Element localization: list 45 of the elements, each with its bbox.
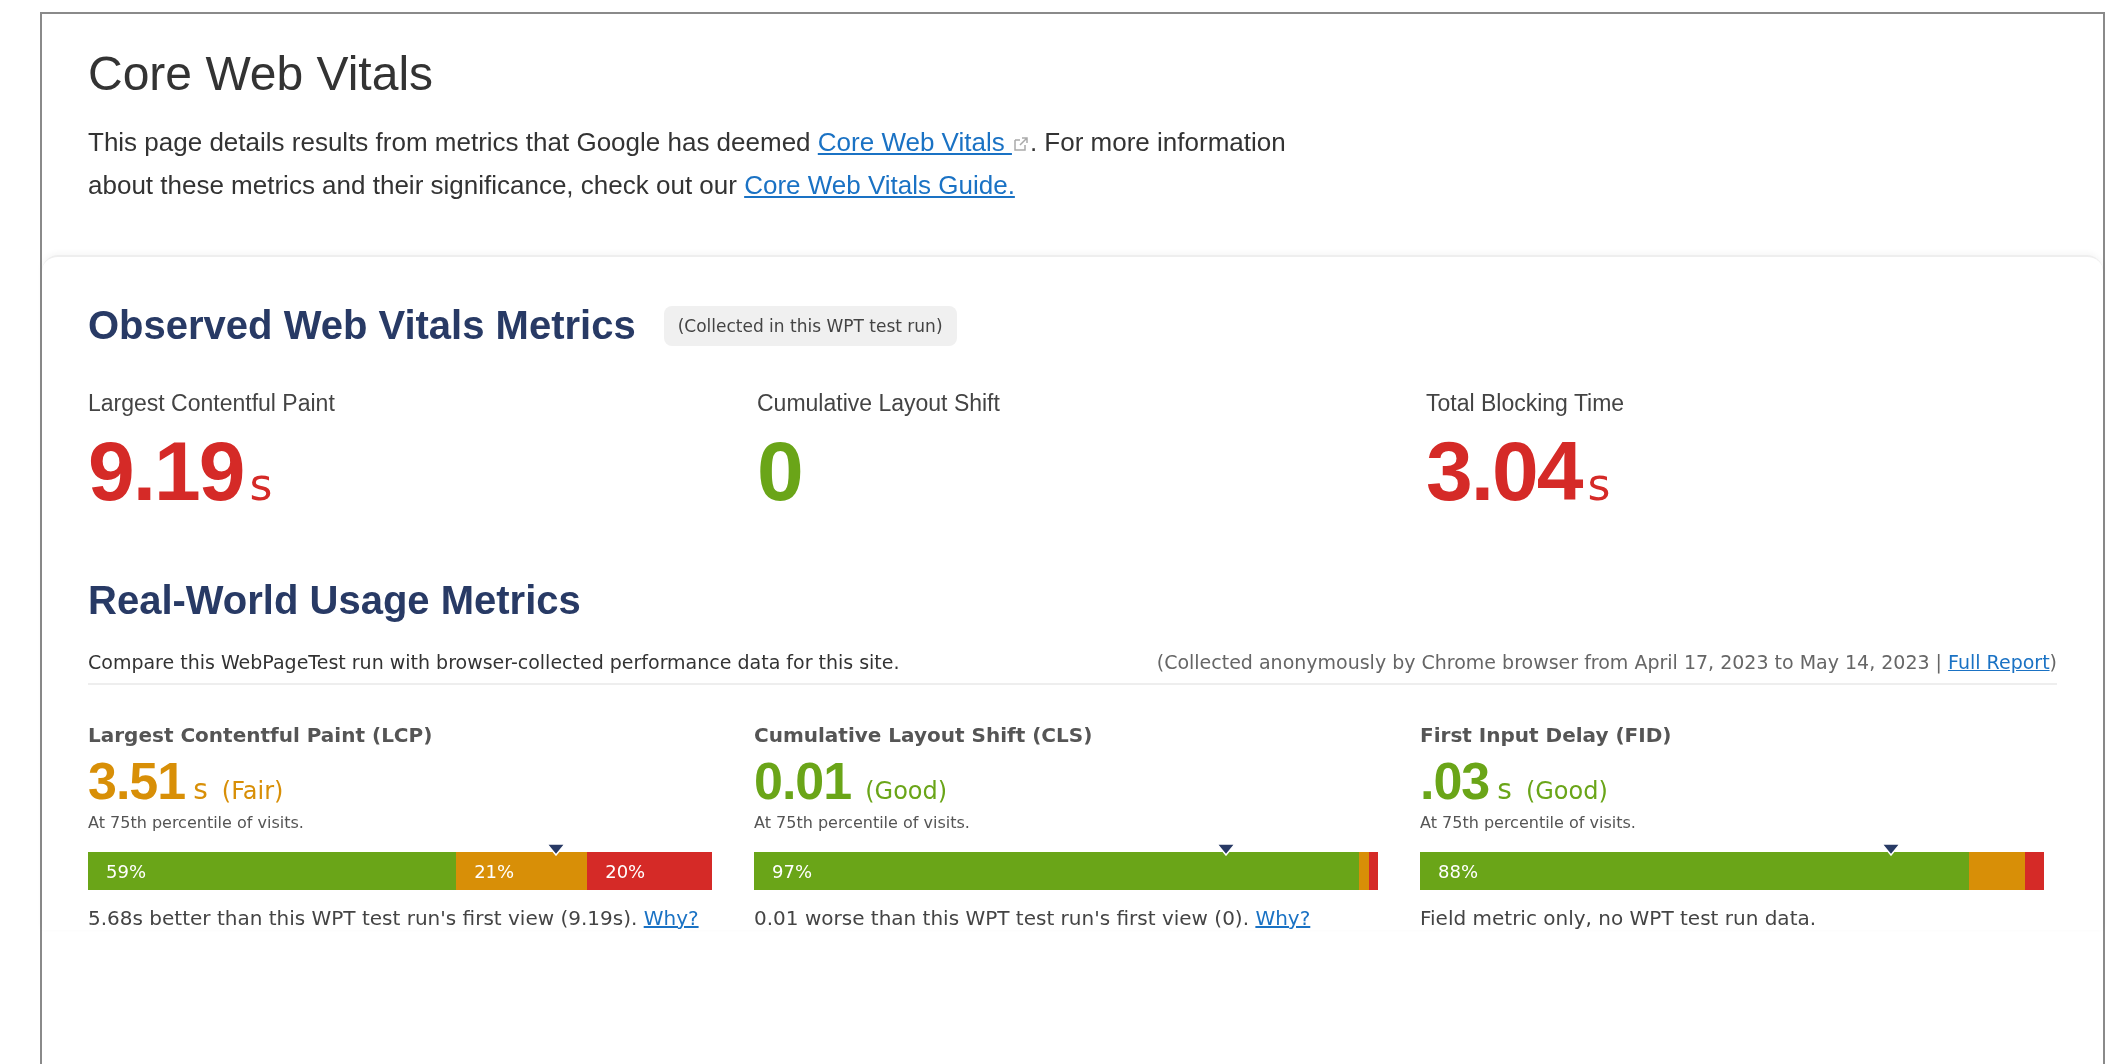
metric-rating: (Good) (1525, 777, 1608, 805)
metric-unit: s (1587, 459, 1611, 510)
metric-rating: (Good) (865, 777, 948, 805)
metric-unit: s (193, 773, 208, 806)
metric-value: 3.04 (1426, 423, 1582, 520)
percentile-note: At 75th percentile of visits. (754, 813, 971, 832)
distribution-segment: 20% (587, 852, 712, 890)
page-title: Core Web Vitals (88, 46, 435, 101)
metric-value: 9.19 (88, 423, 244, 520)
why-link[interactable]: Why? (643, 906, 699, 930)
metric-unit: s (249, 459, 273, 510)
distribution-segment: 59% (88, 852, 457, 890)
metric-value: 3.51 (88, 751, 186, 811)
link[interactable]: Core Web Vitals Guide. (744, 170, 1015, 200)
section-description: Compare this WebPageTest run with browser-collected performance data for this site. (88, 651, 900, 673)
metric-label: Largest Contentful Paint (88, 390, 336, 417)
info-badge: (Collected in this WPT test run) (663, 305, 957, 346)
metric-value: .03 (1420, 751, 1490, 811)
comparison-note: Field metric only, no WPT test run data. (1420, 906, 1818, 930)
metric-value: 0.01 (754, 751, 852, 811)
metric-unit: s (1497, 773, 1512, 806)
percentile-note: At 75th percentile of visits. (1420, 813, 1637, 832)
metric-label: Cumulative Layout Shift (757, 390, 1001, 417)
section-heading: Real-World Usage Metrics (88, 578, 582, 623)
marker-icon (1216, 844, 1237, 856)
distribution-segment: 88% (1420, 852, 1970, 890)
link[interactable]: Core Web Vitals (817, 127, 1030, 157)
intro-paragraph: This page details results from metrics that Google has deemed Core Web Vitals . For more information about these metrics and their significance, check out our Core Web Vitals Guide. (88, 126, 1287, 202)
link[interactable]: Full Report (1948, 651, 2050, 673)
section-heading: Observed Web Vitals Metrics (88, 303, 636, 348)
marker-icon (546, 844, 566, 856)
metric-value: 0 (757, 423, 802, 520)
metric-label: Total Blocking Time (1426, 390, 1626, 417)
metric-label: Cumulative Layout Shift (CLS) (754, 723, 1094, 747)
why-link[interactable]: Why? (1255, 906, 1311, 930)
metric-label: Largest Contentful Paint (LCP) (88, 723, 434, 747)
data-source-note: (Collected anonymously by Chrome browser from April 17, 2023 to May 14, 2023 | Full Report) (1156, 651, 2057, 673)
marker-icon (1881, 844, 1902, 856)
comparison-note: 0.01 worse than this WPT test run's first view (0). Why? (754, 906, 1312, 930)
distribution-segment: 21% (456, 852, 588, 890)
metric-rating: (Fair) (221, 777, 284, 805)
percentile-note: At 75th percentile of visits. (88, 813, 305, 832)
distribution-segment: 97% (754, 852, 1360, 890)
comparison-note: 5.68s better than this WPT test run's first view (9.19s). Why? (88, 906, 700, 930)
metric-label: First Input Delay (FID) (1420, 723, 1673, 747)
